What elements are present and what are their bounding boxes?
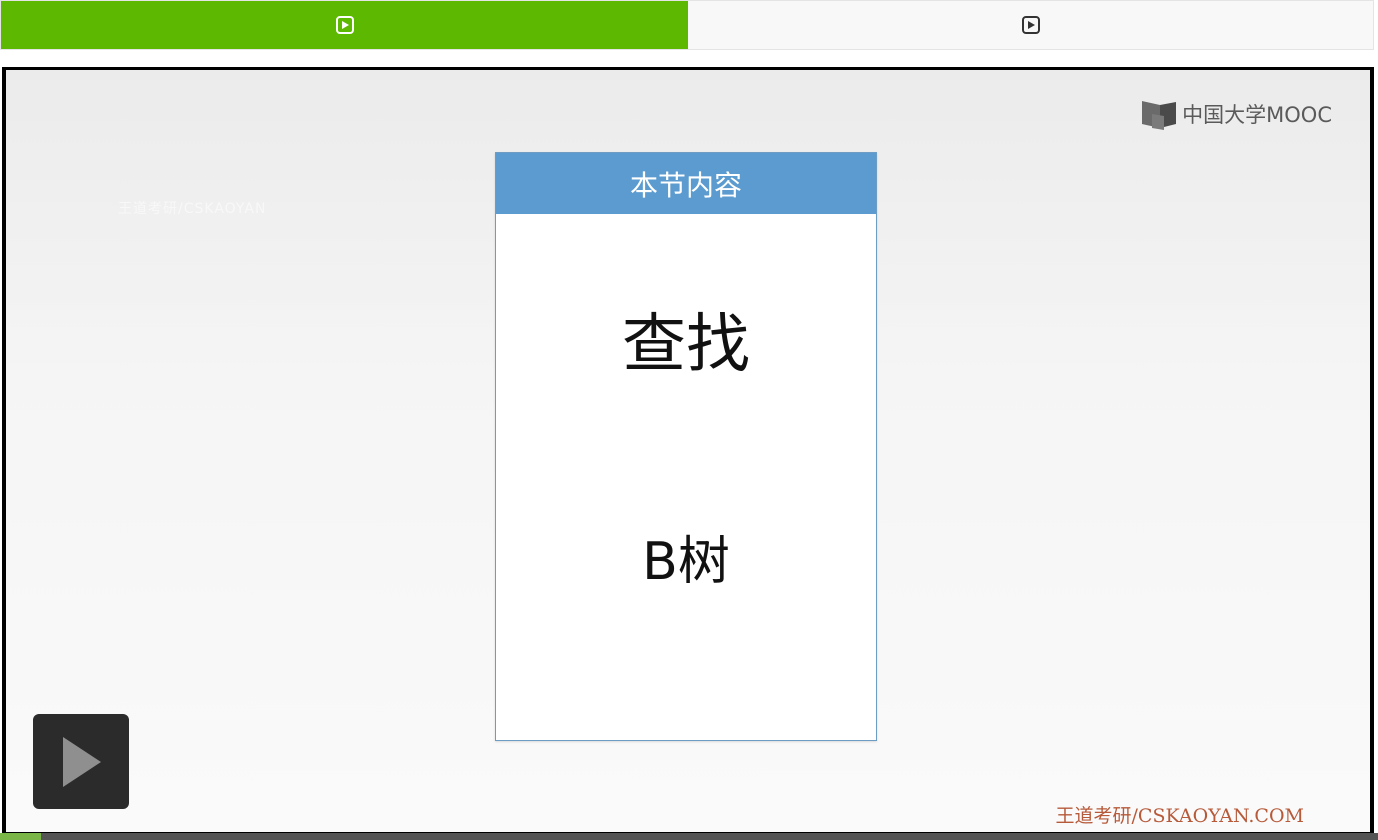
video-frame: 中国大学MOOC 王道考研/CSKAOYAN 本节内容 查找 B树 王道考研/C… — [6, 70, 1370, 832]
card-topic-1: 查找 — [622, 308, 750, 382]
progress-bar[interactable] — [0, 833, 1378, 840]
card-header: 本节内容 — [496, 153, 876, 214]
watermark-text: 王道考研/CSKAOYAN.COM — [1055, 805, 1305, 827]
play-icon — [63, 736, 101, 787]
content-card: 本节内容 查找 B树 — [495, 152, 877, 741]
book-logo-icon — [1142, 101, 1177, 130]
card-topic-2: B树 — [642, 532, 730, 592]
tab-video-1[interactable] — [1, 1, 688, 49]
video-player[interactable]: 中国大学MOOC 王道考研/CSKAOYAN 本节内容 查找 B树 王道考研/C… — [2, 67, 1374, 840]
play-square-icon — [1021, 16, 1040, 34]
play-square-icon — [335, 16, 354, 34]
tab-video-2[interactable] — [688, 1, 1373, 49]
play-button[interactable] — [33, 714, 129, 809]
tab-bar — [0, 0, 1374, 50]
logo-text: 中国大学MOOC — [1182, 103, 1332, 127]
faint-overlay-text: 王道考研/CSKAOYAN — [118, 201, 267, 217]
progress-fill — [0, 833, 42, 840]
mooc-logo: 中国大学MOOC — [1142, 98, 1332, 130]
